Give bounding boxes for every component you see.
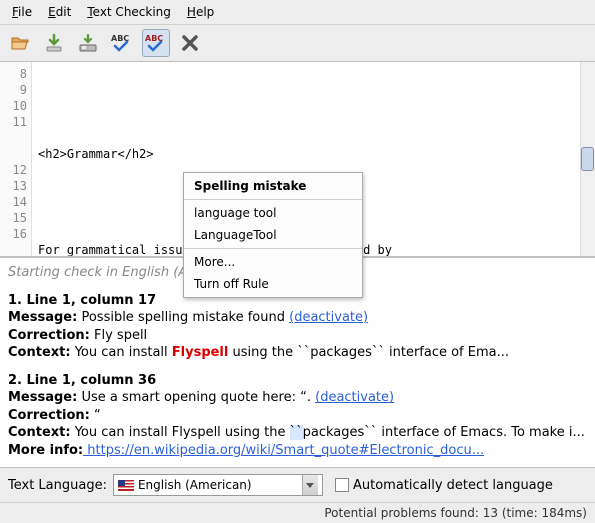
download-icon bbox=[44, 33, 64, 53]
result-location: 2. Line 1, column 36 bbox=[8, 372, 587, 390]
line-number: 9 bbox=[0, 82, 27, 98]
bottom-bar: Text Language: English (American) Automa… bbox=[0, 467, 595, 502]
result-item: 1. Line 1, column 17 Message: Possible s… bbox=[8, 292, 587, 362]
cm-turn-off-rule[interactable]: Turn off Rule bbox=[184, 273, 362, 295]
deactivate-link[interactable]: (deactivate) bbox=[289, 310, 368, 325]
line-number bbox=[0, 130, 27, 146]
line-number: 15 bbox=[0, 210, 27, 226]
editor-scrollbar[interactable] bbox=[580, 62, 595, 256]
error-word: Flyspell bbox=[172, 345, 229, 360]
folder-open-icon bbox=[10, 33, 30, 53]
menu-file[interactable]: File bbox=[4, 2, 40, 22]
line-number: 8 bbox=[0, 66, 27, 82]
save-down-button[interactable] bbox=[40, 29, 68, 57]
line-number bbox=[0, 242, 27, 258]
menubar: File Edit Text Checking Help bbox=[0, 0, 595, 25]
deactivate-link[interactable]: (deactivate) bbox=[315, 390, 394, 405]
chevron-down-icon bbox=[302, 475, 318, 495]
abc-check-icon: ABC bbox=[109, 32, 135, 54]
line-number bbox=[0, 146, 27, 162]
line-number: 13 bbox=[0, 178, 27, 194]
close-button[interactable] bbox=[176, 29, 204, 57]
save-to-disk-icon bbox=[78, 33, 98, 53]
close-icon bbox=[181, 34, 199, 52]
language-select[interactable]: English (American) bbox=[113, 474, 323, 496]
status-text: Potential problems found: 13 (time: 184m… bbox=[324, 506, 587, 520]
spellcheck-button[interactable]: ABC bbox=[108, 29, 136, 57]
language-value: English (American) bbox=[138, 478, 252, 492]
text-language-label: Text Language: bbox=[8, 478, 107, 493]
warn-span: `` bbox=[290, 425, 303, 440]
menu-edit[interactable]: Edit bbox=[40, 2, 79, 22]
cm-suggestion-1[interactable]: language tool bbox=[184, 202, 362, 224]
menu-textchecking[interactable]: Text Checking bbox=[79, 2, 179, 22]
cm-suggestion-2[interactable]: LanguageTool bbox=[184, 224, 362, 246]
line-number: 11 bbox=[0, 114, 27, 130]
result-item: 2. Line 1, column 36 Message: Use a smar… bbox=[8, 372, 587, 460]
us-flag-icon bbox=[118, 480, 134, 491]
context-menu: Spelling mistake language tool LanguageT… bbox=[183, 172, 363, 298]
gutter: 8 9 10 11 12 13 14 15 16 17 bbox=[0, 62, 32, 256]
autodetect-checkbox[interactable] bbox=[335, 478, 349, 492]
scrollbar-thumb[interactable] bbox=[581, 147, 594, 171]
open-button[interactable] bbox=[6, 29, 34, 57]
menu-help[interactable]: Help bbox=[179, 2, 222, 22]
line-number: 14 bbox=[0, 194, 27, 210]
line-number: 10 bbox=[0, 98, 27, 114]
toolbar: ABC ABC bbox=[0, 25, 595, 62]
abc-check-red-icon: ABC bbox=[143, 32, 169, 54]
line-number: 16 bbox=[0, 226, 27, 242]
save-disk-button[interactable] bbox=[74, 29, 102, 57]
line-number: 12 bbox=[0, 162, 27, 178]
context-menu-header: Spelling mistake bbox=[184, 175, 362, 197]
more-info-link[interactable]: https://en.wikipedia.org/wiki/Smart_quot… bbox=[83, 443, 484, 458]
autodetect-label[interactable]: Automatically detect language bbox=[335, 478, 553, 493]
spellcheck-styled-button[interactable]: ABC bbox=[142, 29, 170, 57]
cm-more[interactable]: More... bbox=[184, 251, 362, 273]
status-bar: Potential problems found: 13 (time: 184m… bbox=[0, 502, 595, 523]
